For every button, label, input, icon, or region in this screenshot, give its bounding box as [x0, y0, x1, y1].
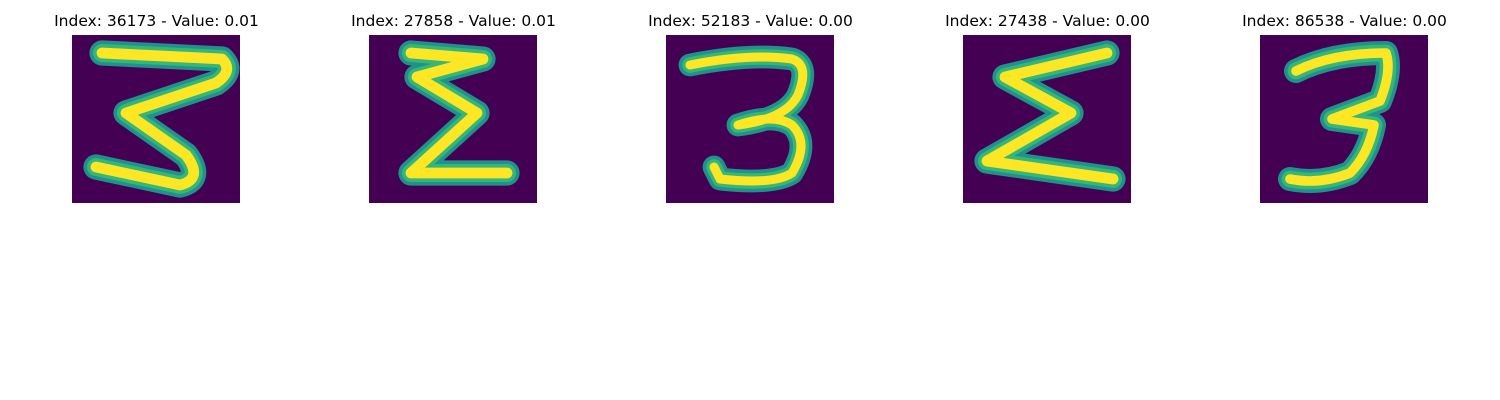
panel-title: Index: 52183 - Value: 0.00	[648, 12, 853, 30]
panel-1: Index: 36173 - Value: 0.01	[8, 10, 305, 210]
panel-title: Index: 27858 - Value: 0.01	[351, 12, 556, 30]
panel-3: Index: 52183 - Value: 0.00	[602, 10, 899, 210]
digit-3-image	[369, 35, 537, 203]
digit-3-image	[1260, 35, 1428, 203]
panel-4: Index: 27438 - Value: 0.00	[899, 10, 1196, 210]
digit-3-image	[963, 35, 1131, 203]
digit-3-image	[72, 35, 240, 203]
panel-title: Index: 27438 - Value: 0.00	[945, 12, 1150, 30]
panel-title: Index: 36173 - Value: 0.01	[54, 12, 259, 30]
panel-title: Index: 86538 - Value: 0.00	[1242, 12, 1447, 30]
digit-3-image	[666, 35, 834, 203]
panel-5: Index: 86538 - Value: 0.00	[1196, 10, 1493, 210]
panel-2: Index: 27858 - Value: 0.01	[305, 10, 602, 210]
